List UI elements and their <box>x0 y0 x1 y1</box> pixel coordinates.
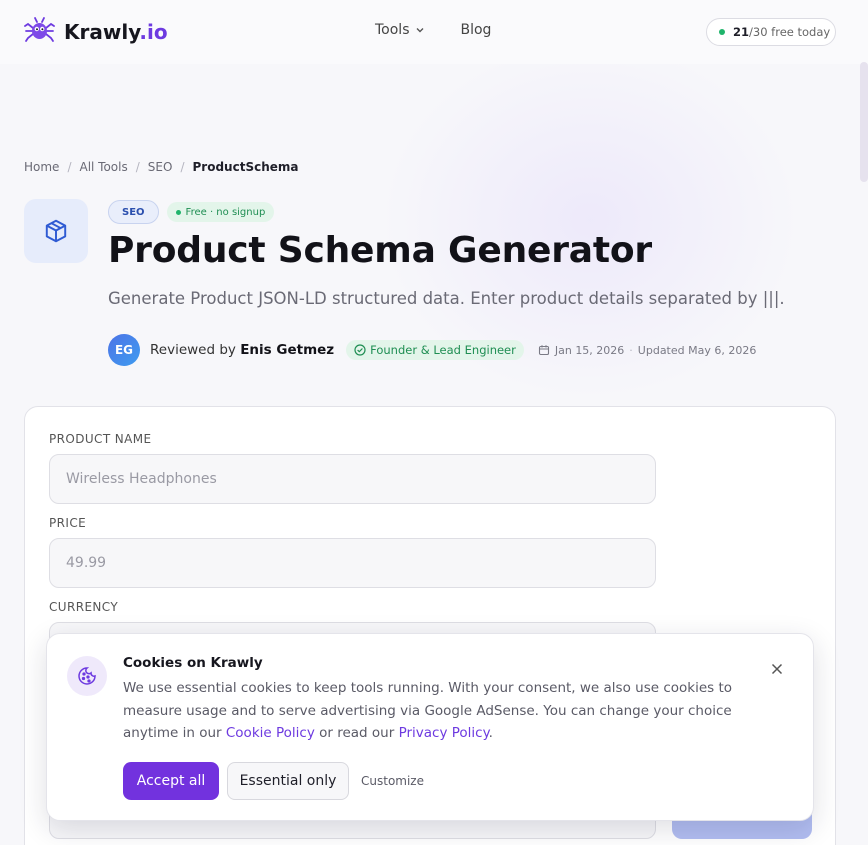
avatar: EG <box>108 334 140 366</box>
site-header: Krawly.io Tools Blog 21/30 free today <box>0 0 868 64</box>
currency-label: CURRENCY <box>49 600 119 614</box>
nav-blog[interactable]: Blog <box>461 22 492 38</box>
category-badge[interactable]: SEO <box>108 200 159 224</box>
price-label: PRICE <box>49 516 87 530</box>
main-nav: Tools Blog <box>375 22 491 38</box>
breadcrumb-home[interactable]: Home <box>24 160 59 174</box>
check-circle-icon <box>354 344 366 356</box>
close-icon <box>771 663 783 675</box>
role-badge: Founder & Lead Engineer <box>346 340 524 360</box>
cookie-title: Cookies on Krawly <box>123 655 263 671</box>
usage-counter-text: 21/30 free today <box>733 25 831 39</box>
status-dot <box>175 209 181 215</box>
status-dot <box>719 29 725 35</box>
accept-all-button[interactable]: Accept all <box>123 762 219 800</box>
close-button[interactable] <box>768 660 786 678</box>
tool-icon-tile <box>24 199 88 263</box>
breadcrumb-all-tools[interactable]: All Tools <box>79 160 127 174</box>
cookie-policy-link[interactable]: Cookie Policy <box>226 725 315 741</box>
breadcrumb-current: ProductSchema <box>192 160 299 174</box>
reviewed-by: Reviewed by Enis Getmez <box>150 342 335 358</box>
breadcrumb-separator: / <box>135 160 140 174</box>
reviewer-info: EG Reviewed by Enis Getmez Founder & Lea… <box>108 334 756 366</box>
nav-tools[interactable]: Tools <box>375 22 425 38</box>
breadcrumb: Home / All Tools / SEO / ProductSchema <box>24 160 298 174</box>
breadcrumb-separator: / <box>180 160 185 174</box>
cookie-text: We use essential cookies to keep tools r… <box>123 680 733 741</box>
publish-dates: Jan 15, 2026 · Updated May 6, 2026 <box>538 344 756 357</box>
cookie-consent-dialog: Cookies on Krawly We use essential cooki… <box>46 633 814 821</box>
scrollbar-thumb[interactable] <box>860 62 868 182</box>
cube-icon <box>45 219 67 243</box>
free-badge: Free · no signup <box>166 202 275 222</box>
product-name-label: PRODUCT NAME <box>49 432 152 446</box>
cookie-icon <box>78 667 96 685</box>
chevron-down-icon <box>416 28 423 33</box>
product-name-input[interactable] <box>49 454 656 504</box>
page-subtitle: Generate Product JSON-LD structured data… <box>108 289 785 308</box>
usage-counter: 21/30 free today <box>706 18 836 46</box>
calendar-icon <box>538 345 549 356</box>
essential-only-button[interactable]: Essential only <box>227 762 349 800</box>
price-input[interactable] <box>49 538 656 588</box>
privacy-policy-link[interactable]: Privacy Policy <box>399 725 489 741</box>
cookie-icon-badge <box>67 656 107 696</box>
spider-logo-icon <box>24 16 55 48</box>
tool-badges: SEO Free · no signup <box>108 200 275 224</box>
logo[interactable]: Krawly.io <box>24 16 168 48</box>
logo-text: Krawly.io <box>64 20 168 44</box>
customize-button[interactable]: Customize <box>361 762 424 800</box>
breadcrumb-separator: / <box>67 160 72 174</box>
page-title: Product Schema Generator <box>108 230 652 271</box>
breadcrumb-seo[interactable]: SEO <box>148 160 173 174</box>
